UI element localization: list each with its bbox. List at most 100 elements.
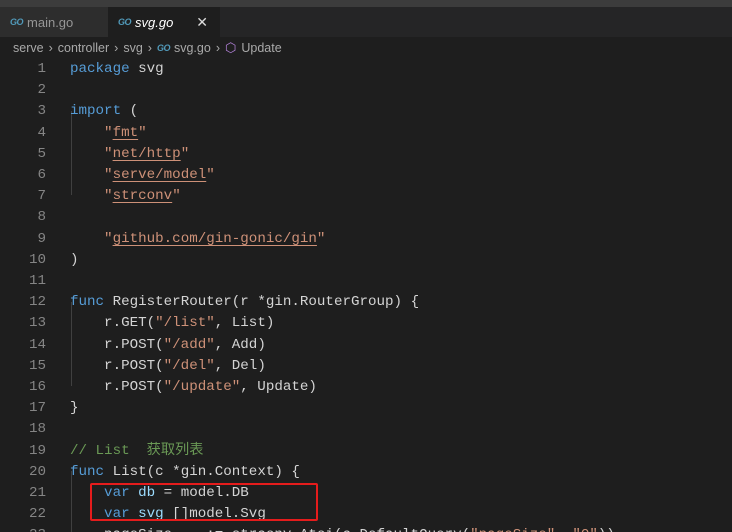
line-number: 12 [28,294,46,311]
code-token: ( [129,103,139,120]
code-line[interactable]: 8 [0,207,732,228]
line-number: 16 [28,379,46,395]
code-token: pageSize, _ := strconv.Atoi(c.DefaultQue… [70,527,470,532]
code-line[interactable]: 5 "net/http" [0,144,732,165]
method-cube-icon: ⬡ [225,40,237,55]
breadcrumb-item[interactable]: Update [241,41,281,55]
code-line[interactable]: 12 func RegisterRouter(r *gin.RouterGroup… [0,292,732,313]
code-line[interactable]: 7 "strconv" [0,186,732,207]
code-token: r.POST( [70,357,164,374]
go-file-icon: GO [118,17,132,27]
highlight-box [90,483,318,521]
code-token: "/add" [163,336,215,353]
breadcrumb-item[interactable]: controller [58,41,109,55]
code-token: " [70,188,113,205]
code-text: "serve/model" [70,165,215,186]
code-token: " [70,124,113,141]
line-number: 3 [37,103,46,120]
code-text: func RegisterRouter(r *gin.RouterGroup) … [70,292,419,313]
breadcrumb-item[interactable]: serve [13,41,44,55]
code-token: r.POST( [70,379,164,395]
code-text: package svg [70,59,164,80]
code-token: import [70,103,130,120]
code-token: , List) [214,315,275,332]
code-token: ) [70,251,79,268]
code-line[interactable]: 16 r.POST("/update", Update) [0,377,732,398]
code-token: , Update) [240,379,317,395]
code-editor[interactable]: 1 package svg 2 3 import (4 "fmt" 5 "net/http… [0,59,732,532]
code-line[interactable]: 19 // List 获取列表 [0,441,732,462]
code-line[interactable]: 11 [0,271,732,292]
code-line[interactable]: 10) [0,250,732,271]
line-number: 6 [37,167,46,183]
code-line[interactable]: 9 "github.com/gin-gonic/gin" [0,229,732,250]
line-number: 2 [37,82,46,99]
breadcrumb-item[interactable]: svg.go [174,41,211,55]
code-line[interactable]: 4 "fmt" [0,123,732,144]
code-token: "0" [572,527,598,532]
chevron-right-icon: › [147,41,152,55]
code-text: r.POST("/update", Update) [70,377,317,398]
line-number: 10 [28,251,46,268]
code-token: package [70,61,139,77]
line-number: 21 [28,485,46,501]
line-number: 7 [37,188,46,205]
line-number: 1 [37,61,46,77]
code-line[interactable]: 1 package svg [0,59,732,80]
line-number: 19 [28,442,46,459]
line-number: 23 [0,525,46,532]
line-number: 4 [37,124,46,141]
code-line[interactable]: 2 [0,80,732,101]
code-text: func List(c *gin.Context) { [70,462,300,483]
line-number: 5 [37,145,46,162]
code-line[interactable]: 13 r.GET("/list", List) [0,313,732,334]
code-token: , Del) [214,357,266,374]
code-text: } [70,398,79,419]
code-token: fmt [112,124,139,141]
code-token: github.com/gin-gonic/gin [112,230,317,247]
line-number: 17 [28,400,46,417]
code-line[interactable]: 3 import ( [0,101,732,122]
code-token: "/del" [163,357,215,374]
breadcrumb: serve › controller › svg › GO svg.go › ⬡ Updat… [0,37,732,59]
code-token: " [206,167,215,183]
chevron-right-icon: › [114,41,119,55]
code-token: serve/model [112,167,207,183]
code-line[interactable]: 20 func List(c *gin.Context) { [0,462,732,483]
close-icon[interactable]: ✕ [196,14,208,31]
code-line[interactable]: 23 pageSize, _ := strconv.Atoi(c.Default… [0,525,732,532]
line-number: 15 [28,357,46,374]
code-text: import ( [70,101,138,122]
tab-main-go[interactable]: GO main.go [0,7,108,37]
line-number: 9 [37,230,46,247]
code-text: pageSize, _ := strconv.Atoi(c.DefaultQue… [70,525,615,532]
code-token: " [172,188,181,205]
chevron-right-icon: › [215,41,220,55]
line-number: 22 [28,506,46,523]
code-token: r.POST( [70,336,164,353]
code-token: strconv [112,188,173,205]
code-token: " [180,145,190,162]
code-token: " [70,167,113,183]
code-line[interactable]: 15 r.POST("/del", Del) [0,356,732,377]
code-token: func [70,463,113,480]
editor-tabs: GO main.go GO svg.go ✕ [0,7,732,37]
code-token: " [138,124,147,141]
code-line[interactable]: 18 [0,419,732,440]
tab-svg-go[interactable]: GO svg.go ✕ [108,7,220,37]
line-number: 11 [28,273,46,289]
code-text: r.GET("/list", List) [70,313,274,334]
code-token: "/list" [155,315,215,332]
code-text: "github.com/gin-gonic/gin" [70,229,325,250]
code-token: List(c *gin.Context) { [112,463,300,480]
breadcrumb-item[interactable]: svg [123,41,142,55]
code-text: ) [70,250,79,271]
code-line[interactable]: 6 "serve/model" [0,165,732,186]
go-file-icon: GO [10,17,24,27]
code-line[interactable]: 17} [0,398,732,419]
code-token: " [70,145,113,162]
code-text: // List 获取列表 [70,441,203,462]
line-number: 13 [28,315,46,332]
code-line[interactable]: 14 r.POST("/add", Add) [0,335,732,356]
code-text: "fmt" [70,123,147,144]
